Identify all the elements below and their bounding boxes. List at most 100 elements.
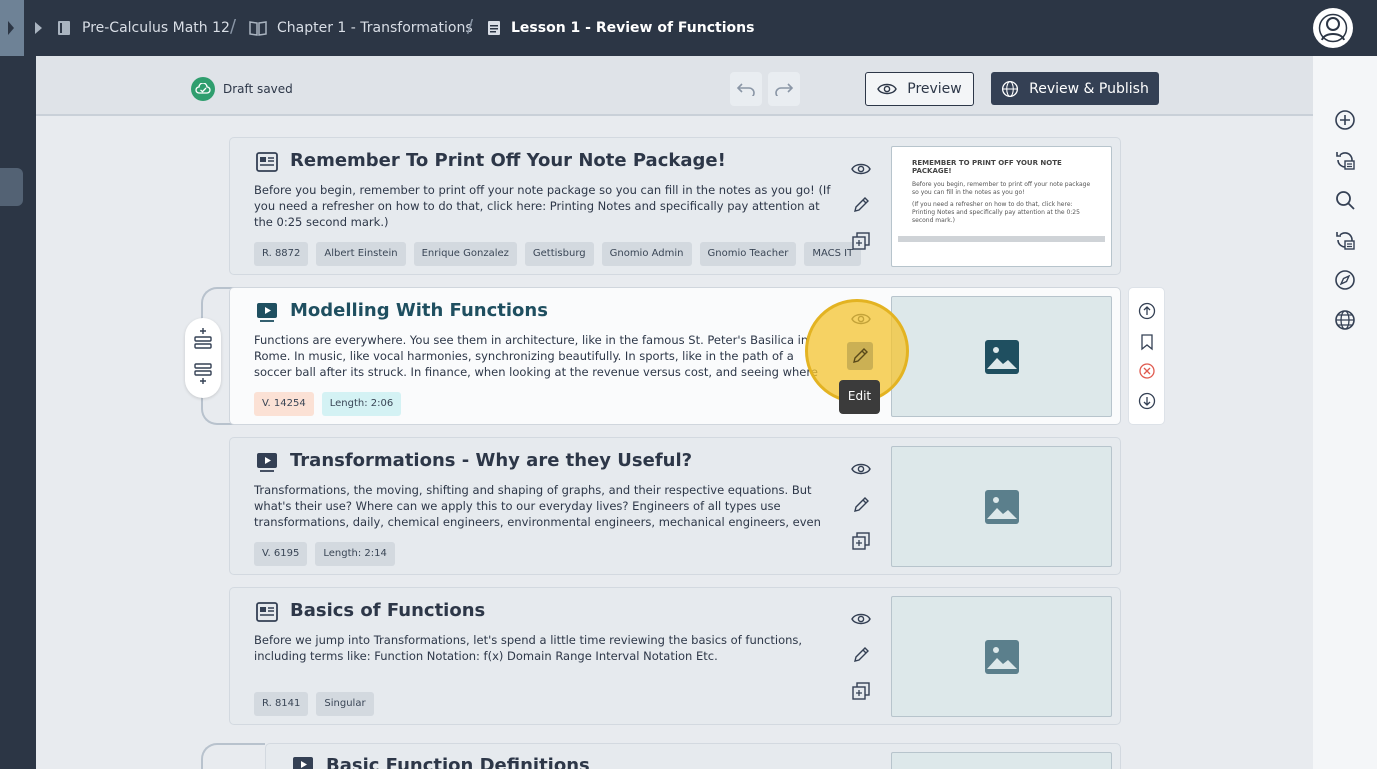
breadcrumb-course[interactable]: Pre-Calculus Math 12: [56, 0, 230, 56]
eye-icon: [877, 83, 898, 95]
pencil-icon: [853, 348, 868, 363]
video-icon: [256, 452, 278, 472]
tag: R. 8872: [254, 242, 309, 266]
video-thumbnail[interactable]: [891, 446, 1112, 567]
plus-circle-icon[interactable]: [1334, 109, 1356, 131]
lesson-card[interactable]: Transformations - Why are they Useful? T…: [229, 437, 1121, 575]
breadcrumb-separator: /: [230, 16, 237, 37]
cloud-check-icon: [191, 77, 215, 101]
caret-right-icon: [35, 22, 42, 34]
video-thumbnail[interactable]: [891, 296, 1112, 417]
eye-icon[interactable]: [850, 608, 872, 630]
undo-icon: [736, 83, 755, 96]
note-icon: [256, 152, 278, 172]
breadcrumb-toggle[interactable]: [34, 0, 54, 56]
card-title: Remember To Print Off Your Note Package!: [290, 150, 726, 171]
tag-list: R. 8141 Singular: [254, 692, 374, 716]
eye-icon[interactable]: [850, 458, 872, 480]
tag: Gnomio Admin: [601, 242, 692, 266]
card-description: Before you begin, remember to print off …: [254, 183, 831, 229]
video-icon: [292, 756, 314, 769]
search-icon[interactable]: [1334, 189, 1356, 211]
redo-icon: [775, 83, 794, 96]
thumbnail-title: REMEMBER TO PRINT OFF YOUR NOTE PACKAGE!: [912, 159, 1062, 175]
left-rail-active-item[interactable]: [0, 168, 23, 206]
breadcrumb-chapter[interactable]: Chapter 1 - Transformations: [249, 0, 473, 56]
duplicate-icon[interactable]: [850, 680, 872, 702]
card-description: Functions are everywhere. You see them i…: [254, 333, 818, 379]
breadcrumb-chapter-label: Chapter 1 - Transformations: [277, 20, 473, 36]
history-icon[interactable]: [1334, 149, 1356, 171]
image-icon: [984, 489, 1019, 524]
tag: V. 6195: [254, 542, 308, 566]
breadcrumb-course-label: Pre-Calculus Math 12: [82, 20, 230, 36]
card-title: Basics of Functions: [290, 600, 486, 621]
tag: Enrique Gonzalez: [413, 242, 517, 266]
tag: Length: 2:06: [321, 392, 402, 416]
tag: R. 8141: [254, 692, 309, 716]
redo-button[interactable]: [768, 72, 800, 106]
lesson-card[interactable]: Basic Function Definitions: [265, 743, 1121, 769]
card-actions: [850, 158, 872, 266]
bookmark-icon[interactable]: [1138, 333, 1156, 351]
section-bracket: [201, 743, 265, 769]
left-rail: [0, 56, 36, 769]
preview-label: Preview: [907, 81, 962, 97]
book-icon: [58, 21, 70, 35]
tag: Length: 2:14: [315, 542, 395, 566]
thumbnail-footer: [898, 236, 1105, 242]
preview-button[interactable]: Preview: [865, 72, 974, 106]
video-icon: [256, 302, 278, 322]
image-icon: [984, 339, 1019, 374]
insert-controls: [185, 318, 221, 398]
arrow-down-circle-icon[interactable]: [1138, 392, 1156, 410]
card-title: Modelling With Functions: [290, 300, 548, 321]
insert-above-icon[interactable]: [193, 328, 213, 356]
edit-button[interactable]: [847, 342, 873, 370]
note-thumbnail[interactable]: REMEMBER TO PRINT OFF YOUR NOTE PACKAGE!…: [891, 146, 1112, 267]
video-thumbnail[interactable]: [891, 752, 1112, 769]
review-publish-button[interactable]: Review & Publish: [991, 72, 1159, 105]
caret-right-icon: [8, 21, 14, 35]
note-icon: [256, 602, 278, 622]
eye-icon[interactable]: [850, 158, 872, 180]
thumbnail-text: (If you need a refresher on how to do th…: [912, 201, 1080, 224]
duplicate-icon[interactable]: [850, 530, 872, 552]
insert-below-icon[interactable]: [193, 362, 213, 390]
avatar[interactable]: [1313, 8, 1353, 48]
compass-icon[interactable]: [1334, 269, 1356, 291]
duplicate-icon[interactable]: [850, 230, 872, 252]
open-book-icon: [249, 21, 267, 36]
tag: Albert Einstein: [316, 242, 406, 266]
draft-status: Draft saved: [191, 77, 293, 101]
note-thumbnail[interactable]: [891, 596, 1112, 717]
lesson-card[interactable]: Remember To Print Off Your Note Package!…: [229, 137, 1121, 275]
draft-status-label: Draft saved: [223, 82, 293, 96]
lesson-card[interactable]: Modelling With Functions Functions are e…: [229, 287, 1121, 425]
pencil-icon[interactable]: [850, 194, 872, 216]
card-title: Basic Function Definitions: [326, 755, 590, 769]
thumbnail-text: Before you begin, remember to print off …: [912, 181, 1091, 196]
tag-list: R. 8872 Albert Einstein Enrique Gonzalez…: [254, 242, 862, 266]
history-list-icon[interactable]: [1334, 229, 1356, 251]
image-icon: [984, 639, 1019, 674]
document-icon: [488, 21, 500, 35]
close-circle-icon[interactable]: [1138, 362, 1156, 380]
card-title: Transformations - Why are they Useful?: [290, 450, 693, 471]
breadcrumb-separator: /: [467, 16, 474, 37]
tag: Singular: [316, 692, 374, 716]
globe-icon[interactable]: [1334, 309, 1356, 331]
breadcrumb-lesson: Lesson 1 - Review of Functions: [487, 0, 754, 56]
card-actions: [850, 458, 872, 566]
card-actions: [850, 608, 872, 716]
pencil-icon[interactable]: [850, 494, 872, 516]
user-icon: [1318, 13, 1348, 43]
edit-tooltip: Edit: [839, 380, 880, 414]
tag: Gettisburg: [524, 242, 594, 266]
pencil-icon[interactable]: [850, 644, 872, 666]
globe-icon: [1002, 80, 1019, 97]
arrow-up-circle-icon[interactable]: [1138, 302, 1156, 320]
sidebar-toggle[interactable]: [0, 0, 24, 56]
lesson-card[interactable]: Basics of Functions Before we jump into …: [229, 587, 1121, 725]
undo-button[interactable]: [730, 72, 762, 106]
